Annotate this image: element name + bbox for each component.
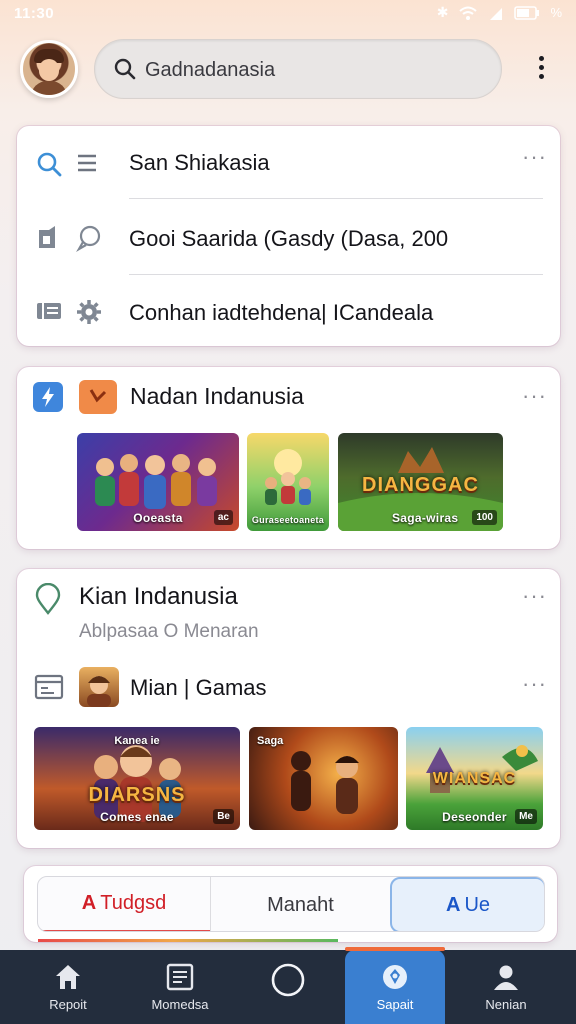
tab-ue[interactable]: A Ue [390, 877, 544, 931]
avatar-face [39, 59, 59, 81]
tab-label: Ue [464, 893, 491, 916]
search-icon [114, 58, 136, 80]
location-pin-icon [35, 583, 61, 615]
card-list-icon [37, 303, 61, 319]
thumbnail-caption: Guraseetoaneta [251, 515, 325, 525]
divider [129, 274, 543, 275]
chat-icon [76, 225, 101, 252]
more-dots-icon[interactable]: ··· [522, 673, 547, 695]
signal-icon [490, 7, 503, 20]
bolt-app-icon[interactable] [33, 382, 63, 412]
quick-row-label: Conhan iadtehdena| ICandeala [129, 300, 434, 325]
nav-item-home[interactable]: Repoit [18, 950, 118, 1024]
game-thumbnail[interactable]: DIANGGAC Saga-wiras 100 [338, 433, 503, 531]
nav-item-center[interactable] [238, 950, 338, 1024]
thumbnail-top-label: Kanea ie [114, 735, 160, 747]
game-thumbnail[interactable]: WIANSAC Deseonder Me [406, 727, 543, 830]
game-thumbnail[interactable]: Kanea ie DIARSNS Comes enae Be [34, 727, 240, 830]
status-icons: ✱ % [437, 4, 562, 21]
search-icon [37, 152, 62, 177]
progress-strip [38, 939, 338, 942]
section-subtitle: Ablpasaa O Menaran [79, 621, 259, 642]
document-icon [39, 226, 55, 248]
bluetooth-icon: ✱ [436, 4, 449, 20]
thumbnail-headline: WIANSAC [432, 770, 517, 788]
battery-icon [514, 5, 540, 20]
thumbnail-caption: Comes enae [100, 810, 174, 824]
game-thumbnail[interactable]: Guraseetoaneta [247, 433, 329, 531]
nav-label: Repoit [49, 997, 87, 1012]
quick-row[interactable]: Gooi Saarida (Gasdy (Dasa, 200 [17, 202, 560, 274]
support-icon [383, 965, 407, 989]
nav-item-news[interactable]: Momedsa [130, 950, 230, 1024]
quick-actions-card: San Shiakasia ··· Gooi Saarida (Gasdy (D… [17, 126, 560, 346]
circle-icon [271, 963, 305, 997]
section-title: Nadan Indanusia [130, 383, 304, 409]
home-icon [56, 965, 80, 989]
avatar[interactable] [20, 40, 78, 98]
section-subheading: Mian | Gamas [130, 675, 267, 700]
news-icon [166, 963, 194, 991]
nav-item-support[interactable]: Sapait [345, 947, 445, 1024]
tab-label: Manaht [267, 893, 334, 916]
more-dots-icon[interactable]: ··· [522, 385, 547, 407]
game-thumbnail[interactable]: Ooeasta ac [77, 433, 239, 531]
thumbnail-badge: 100 [472, 510, 497, 525]
section-kian-card: Kian Indanusia ··· Ablpasaa O Menaran Mi… [17, 569, 560, 848]
game-thumbnail[interactable]: Saga [249, 727, 398, 830]
tab-glyph: A [445, 893, 461, 916]
status-time: 11:30 [14, 5, 55, 22]
tab-label: Tudgsd [100, 892, 167, 914]
game-avatar[interactable] [79, 667, 119, 707]
search-bar[interactable]: Gadnadanasia [94, 39, 502, 99]
status-bar: 11:30 ✱ % [0, 0, 576, 28]
thumbnail-headline: DIARSNS [88, 783, 186, 806]
nav-label: Momedsa [151, 997, 209, 1012]
thumbnail-badge: ac [213, 510, 233, 525]
quick-row[interactable]: San Shiakasia ··· [17, 126, 560, 198]
segmented-tabs: A Tudgsd Manaht A Ue [37, 876, 545, 932]
quick-row-label: Gooi Saarida (Gasdy (Dasa, 200 [129, 226, 449, 251]
section-nadan-card: Nadan Indanusia ··· Ooeasta ac Guraseeto… [17, 367, 560, 549]
quick-row-label: San Shiakasia [129, 150, 270, 175]
more-dots-icon[interactable]: ··· [522, 585, 547, 607]
more-menu-icon[interactable] [530, 56, 552, 86]
thumbnail-headline: DIANGGAC [362, 474, 479, 497]
tabs-card: A Tudgsd Manaht A Ue [24, 866, 557, 942]
wifi-icon [459, 6, 478, 20]
quick-row[interactable]: Conhan iadtehdena| ICandeala [17, 276, 560, 348]
battery-percent: % [550, 5, 562, 20]
gear-icon [77, 300, 101, 324]
divider [129, 198, 543, 199]
tab-tudgsd[interactable]: A Tudgsd [38, 877, 210, 931]
list-icon [78, 154, 96, 172]
tab-glyph: A [81, 892, 97, 914]
search-input-text[interactable]: Gadnadanasia [145, 59, 275, 82]
window-icon [34, 674, 64, 700]
profile-icon [494, 965, 518, 990]
thumbnail-badge: Me [515, 809, 537, 824]
thumbnail-badge: Be [213, 809, 234, 824]
nav-label: Sapait [376, 997, 414, 1012]
section-title: Kian Indanusia [79, 583, 238, 610]
thumbnail-top-label: Saga [257, 735, 284, 747]
nav-label: Nenian [485, 997, 527, 1012]
nav-item-profile[interactable]: Nenian [456, 950, 556, 1024]
bottom-navigation: Repoit Momedsa Sapait Nenian [0, 947, 576, 1024]
avatar-body [31, 81, 67, 95]
game-app-icon[interactable] [79, 380, 117, 414]
tab-manaht[interactable]: Manaht [210, 877, 390, 931]
more-dots-icon[interactable]: ··· [522, 146, 547, 168]
